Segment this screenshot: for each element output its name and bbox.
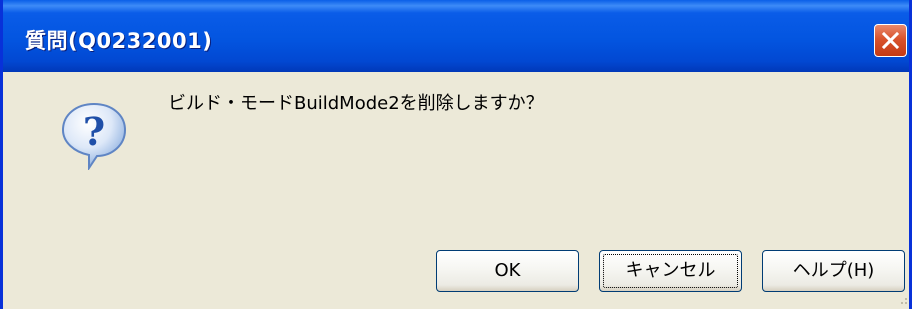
- svg-text:?: ?: [83, 109, 105, 154]
- resize-grip-icon[interactable]: [899, 292, 912, 306]
- help-button[interactable]: ヘルプ(H): [762, 250, 905, 292]
- question-icon: ?: [61, 102, 127, 170]
- window-title: 質問(Q0232001): [25, 29, 213, 53]
- help-button-label: ヘルプ(H): [792, 260, 875, 281]
- ok-button-label: OK: [494, 260, 521, 281]
- title-bar[interactable]: 質問(Q0232001): [3, 0, 909, 72]
- close-icon: [881, 31, 900, 50]
- cancel-button[interactable]: キャンセル: [599, 250, 742, 292]
- question-dialog: 質問(Q0232001) ? ビルド・モードBuildMode2を削除しますか？…: [0, 0, 912, 309]
- confirm-message: ビルド・モードBuildMode2を削除しますか？: [168, 93, 544, 114]
- close-button[interactable]: [874, 24, 907, 57]
- ok-button[interactable]: OK: [436, 250, 579, 292]
- cancel-button-label: キャンセル: [625, 260, 716, 281]
